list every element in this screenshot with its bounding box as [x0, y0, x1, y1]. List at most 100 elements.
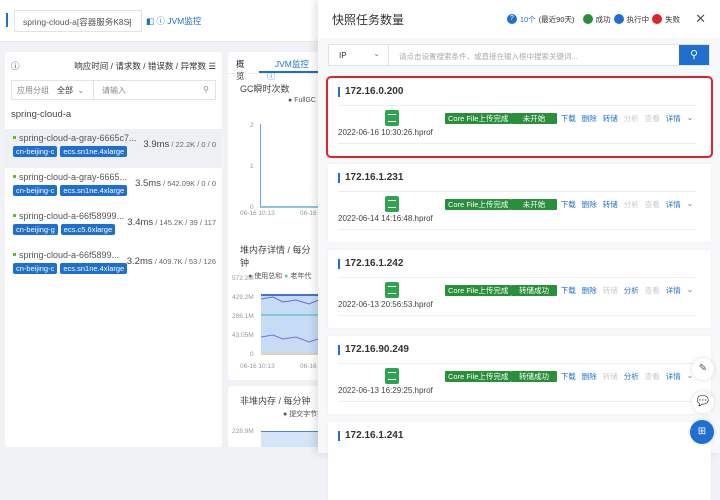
- close-icon[interactable]: ✕: [695, 11, 706, 27]
- search-type-select[interactable]: IP ⌄: [329, 45, 389, 65]
- accent-bar: [6, 13, 8, 27]
- response-time: 3.9ms: [143, 139, 170, 150]
- action-2[interactable]: 转储: [603, 285, 618, 296]
- chevron-down-icon[interactable]: ⌄: [687, 113, 693, 124]
- divider: [338, 401, 696, 402]
- instance-type-tag: ecs.sn1ne.4xlarge: [60, 185, 128, 196]
- feedback-button[interactable]: 💬: [692, 391, 714, 413]
- search-type-value: IP: [339, 51, 347, 60]
- apps-button[interactable]: ⊞: [690, 420, 714, 444]
- response-time: 3.4ms: [127, 217, 154, 228]
- app-select[interactable]: spring-cloud-a[容器服务K8S] ⌄: [14, 10, 142, 32]
- response-time: 3.2ms: [126, 256, 153, 267]
- chevron-down-icon[interactable]: ⌄: [687, 285, 693, 296]
- divider: [338, 191, 696, 192]
- card-ip: 172.16.1.241: [338, 431, 403, 441]
- task-range: (最近90天): [538, 14, 575, 24]
- help-icon[interactable]: ⓘ: [11, 60, 20, 72]
- instance-metrics: 3.5ms / 542.09K / 0 / 0: [135, 178, 216, 189]
- instance-panel: ⓘ 响应时间 / 请求数 / 错误数 / 异常数 ☰ 应用分组 全部 ⌄ 请输入 ⚲ …: [5, 52, 222, 447]
- action-4[interactable]: 查看: [645, 285, 660, 296]
- instance-item[interactable]: spring-cloud-a-66f58999... 3.4ms / 145.2…: [5, 207, 222, 246]
- card-ip: 172.16.90.249: [338, 345, 409, 355]
- instance-metrics: 3.9ms / 22.2K / 0 / 0: [143, 139, 216, 150]
- action-0[interactable]: 下载: [561, 113, 576, 124]
- upload-status-badge: Core File上传完成: [445, 113, 512, 124]
- action-2[interactable]: 转储: [603, 113, 618, 124]
- gc-y-tick: 2: [250, 122, 254, 129]
- metric-values: / 145.2K / 39 / 117: [153, 218, 216, 227]
- instance-filter: 应用分组 全部 ⌄ 请输入 ⚲: [11, 80, 216, 100]
- divider: [338, 229, 696, 230]
- action-1[interactable]: 删除: [582, 113, 597, 124]
- chevron-down-icon: ⌄: [373, 49, 380, 58]
- gc-axis: [260, 124, 261, 208]
- dump-status-badge: 未开始: [511, 113, 557, 124]
- action-2[interactable]: 转储: [603, 199, 618, 210]
- action-3[interactable]: 分析: [624, 285, 639, 296]
- action-3[interactable]: 分析: [624, 371, 639, 382]
- snapshot-card: 172.16.1.231 2022-06-14 14:16:48.hprof C…: [328, 164, 711, 242]
- heap-y-tick: 429.2M: [232, 294, 254, 301]
- edit-button[interactable]: ✎: [692, 358, 714, 380]
- file-icon: [385, 196, 399, 212]
- snapshot-card: 172.16.1.241: [328, 422, 711, 500]
- dump-status-badge: 转储成功: [511, 285, 557, 296]
- action-4[interactable]: 查看: [645, 371, 660, 382]
- help-icon[interactable]: ?: [506, 14, 517, 24]
- action-5[interactable]: 详情: [666, 371, 681, 382]
- search-button[interactable]: ⚲: [679, 45, 709, 65]
- card-ip: 172.16.1.242: [338, 259, 403, 269]
- task-count: 10个: [519, 14, 536, 24]
- action-4[interactable]: 查看: [645, 199, 660, 210]
- instance-search-input[interactable]: 请输入 ⚲: [94, 85, 215, 96]
- instance-type-tag: ecs.c5.6xlarge: [60, 224, 116, 235]
- chevron-down-icon[interactable]: ⌄: [687, 199, 693, 210]
- metrics-header: 响应时间 / 请求数 / 错误数 / 异常数: [74, 61, 206, 71]
- jvm-monitor-link[interactable]: ◧ ⓘ JVM监控: [146, 15, 201, 27]
- dump-status-badge: 未开始: [511, 199, 557, 210]
- pencil-icon: ✎: [698, 363, 708, 374]
- instance-item[interactable]: spring-cloud-a-gray-6665c7... 3.9ms / 22…: [5, 129, 222, 168]
- tab-jvm-label: JVM监控: [274, 59, 309, 69]
- instance-type-tag: ecs.sn1ne.4xlarge: [60, 146, 128, 157]
- nonheap-title: 非堆内存 / 每分钟: [240, 396, 311, 406]
- instance-metrics: 3.4ms / 145.2K / 39 / 117: [127, 217, 216, 228]
- fail-dot: [652, 14, 663, 24]
- action-1[interactable]: 删除: [582, 371, 597, 382]
- dump-status-badge: 转储成功: [511, 371, 557, 382]
- heap-y-tick: 43.05M: [232, 332, 254, 339]
- legend-running: 执行中: [626, 14, 650, 24]
- sort-icon[interactable]: ☰: [208, 61, 216, 71]
- action-0[interactable]: 下载: [561, 199, 576, 210]
- action-0[interactable]: 下载: [561, 285, 576, 296]
- search-icon[interactable]: ⚲: [203, 85, 209, 96]
- action-4[interactable]: 查看: [645, 113, 660, 124]
- action-5[interactable]: 详情: [666, 113, 681, 124]
- divider: [338, 143, 696, 144]
- action-1[interactable]: 删除: [582, 285, 597, 296]
- action-5[interactable]: 详情: [666, 285, 681, 296]
- upload-status-badge: Core File上传完成: [445, 285, 512, 296]
- success-dot: [582, 14, 593, 24]
- file-name: 2022-06-16 10:30:26.hprof: [338, 128, 433, 137]
- instance-item[interactable]: spring-cloud-a-66f5899... 3.2ms / 409.7K…: [5, 246, 222, 285]
- group-select[interactable]: 应用分组 全部 ⌄: [12, 81, 94, 99]
- metric-values: / 22.2K / 0 / 0: [169, 140, 216, 149]
- file-name: 2022-06-13 20:56:53.hprof: [338, 300, 433, 309]
- tab-overview[interactable]: 概览: [228, 52, 259, 81]
- file-icon: [385, 282, 399, 298]
- snapshot-search-input[interactable]: 请点击设置搜索条件，或直接在输入框中搜索关键词...: [389, 45, 679, 65]
- action-3[interactable]: 分析: [624, 199, 639, 210]
- action-3[interactable]: 分析: [624, 113, 639, 124]
- action-5[interactable]: 详情: [666, 199, 681, 210]
- snapshot-search: IP ⌄ 请点击设置搜索条件，或直接在输入框中搜索关键词... ⚲: [328, 44, 710, 66]
- heap-legend: 使用总和: [254, 273, 283, 280]
- search-placeholder: 请输入: [102, 85, 126, 95]
- instance-item[interactable]: spring-cloud-a-gray-6665... 3.5ms / 542.…: [5, 168, 222, 207]
- action-2[interactable]: 转储: [603, 371, 618, 382]
- card-ip: 172.16.1.231: [338, 173, 403, 183]
- action-1[interactable]: 删除: [582, 199, 597, 210]
- action-0[interactable]: 下载: [561, 371, 576, 382]
- legend-fail: 失败: [665, 14, 681, 24]
